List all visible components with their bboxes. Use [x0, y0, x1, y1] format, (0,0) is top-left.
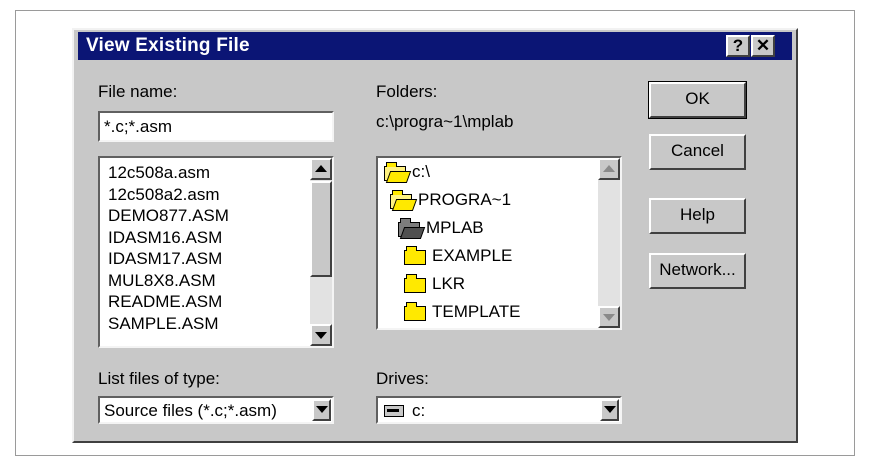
open-folder-icon: [390, 190, 412, 209]
scroll-up-arrow-icon: [315, 165, 327, 172]
scroll-down-arrow-icon: [603, 314, 615, 321]
file-list-item[interactable]: IDASM17.ASM: [108, 248, 222, 269]
scroll-up-arrow-icon: [603, 165, 615, 172]
folder-tree-item-label: c:\: [412, 162, 430, 181]
file-list[interactable]: 12c508a.asm 12c508a2.asm DEMO877.ASM IDASM1…: [98, 156, 334, 348]
scroll-down-arrow-icon: [315, 332, 327, 339]
drives-value: c:: [412, 401, 426, 420]
cancel-button[interactable]: Cancel: [649, 134, 746, 170]
chevron-down-icon: [603, 406, 616, 413]
chevron-down-icon: [315, 406, 328, 413]
close-icon[interactable]: ✕: [751, 35, 775, 57]
folder-tree-item-label: LKR: [432, 274, 466, 293]
list-type-value: Source files (*.c;*.asm): [104, 401, 277, 420]
open-folder-icon: [398, 218, 420, 237]
folder-icon: [404, 302, 426, 321]
list-type-dropdown-button[interactable]: [312, 399, 331, 421]
file-list-item[interactable]: DEMO877.ASM: [108, 205, 229, 226]
file-name-label-text: File name:: [98, 82, 178, 101]
help-icon[interactable]: ?: [726, 35, 750, 57]
list-type-label: List files of type:: [98, 369, 220, 388]
list-type-select[interactable]: Source files (*.c;*.asm): [98, 396, 334, 424]
network-button[interactable]: Network...: [649, 253, 746, 289]
file-name-input[interactable]: *.c;*.asm: [98, 111, 334, 142]
folder-icon: [404, 246, 426, 265]
folder-tree[interactable]: c:\ PROGRA~1 MPLAB EXAMPLE LKR TEMPLATE: [376, 156, 622, 330]
file-list-item[interactable]: 12c508a.asm: [108, 162, 210, 183]
folder-tree-item-label: TEMPLATE: [432, 302, 521, 321]
folder-scroll-down-button[interactable]: [598, 306, 620, 328]
view-existing-file-dialog: View Existing File ? ✕ File name: *.c;*.…: [72, 28, 798, 443]
ok-button[interactable]: OK: [648, 81, 747, 119]
folder-tree-scrollbar[interactable]: [598, 158, 620, 328]
title-bar[interactable]: View Existing File ? ✕: [78, 32, 792, 60]
open-folder-icon: [384, 162, 406, 181]
file-list-item[interactable]: MUL8X8.ASM: [108, 270, 216, 291]
scroll-down-button[interactable]: [310, 324, 332, 346]
folder-tree-item-label: PROGRA~1: [418, 190, 512, 209]
drives-dropdown-button[interactable]: [600, 399, 619, 421]
folder-icon: [404, 274, 426, 293]
folder-scroll-up-button[interactable]: [598, 158, 620, 180]
file-name-label: File name:: [98, 82, 177, 102]
window-title: View Existing File: [86, 35, 250, 56]
folders-label: Folders:: [376, 82, 438, 101]
drives-label: Drives:: [376, 369, 429, 388]
scroll-up-button[interactable]: [310, 158, 332, 180]
folder-tree-item-label: MPLAB: [426, 218, 484, 237]
scroll-thumb[interactable]: [310, 181, 332, 277]
drives-select[interactable]: c:: [376, 396, 622, 424]
file-list-item[interactable]: 12c508a2.asm: [108, 184, 220, 205]
file-name-value: *.c;*.asm: [104, 117, 173, 136]
file-list-item[interactable]: SAMPLE.ASM: [108, 313, 219, 334]
drive-icon: [384, 405, 404, 417]
file-list-item[interactable]: IDASM16.ASM: [108, 227, 222, 248]
help-button[interactable]: Help: [649, 198, 746, 234]
file-list-scrollbar[interactable]: [310, 158, 332, 346]
folders-path: c:\progra~1\mplab: [376, 112, 514, 131]
file-list-item[interactable]: README.ASM: [108, 291, 222, 312]
folder-tree-item-label: EXAMPLE: [432, 246, 513, 265]
